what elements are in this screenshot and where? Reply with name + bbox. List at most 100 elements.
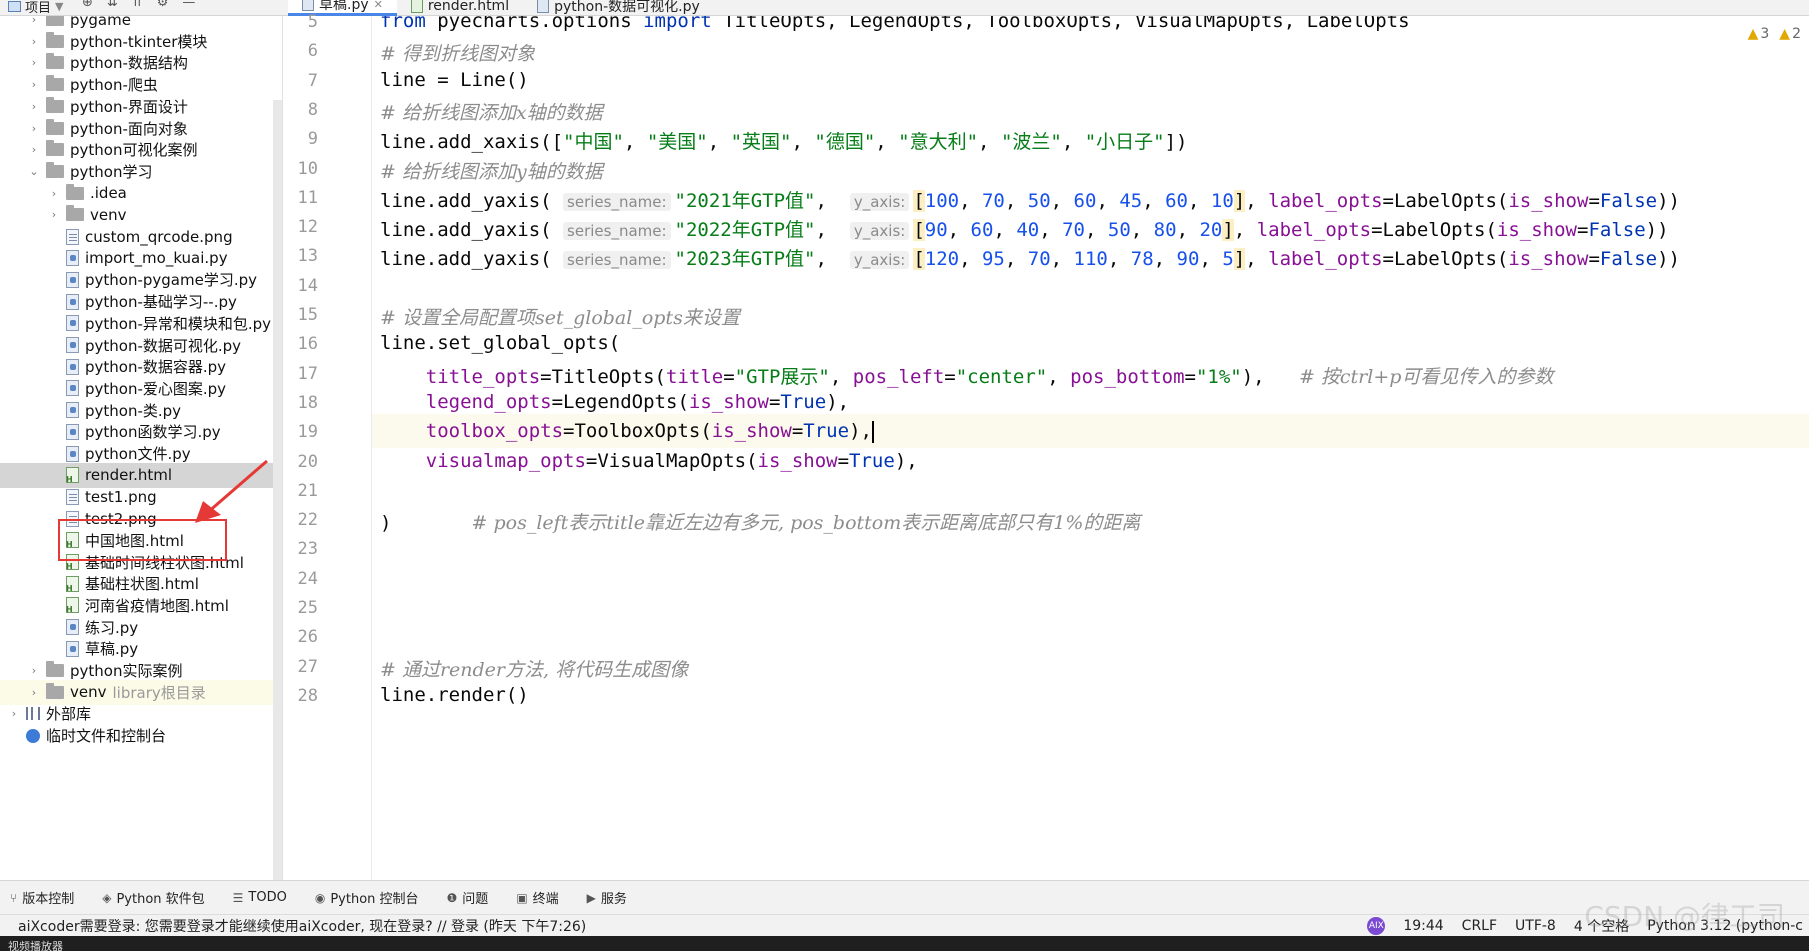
collapse-all-icon[interactable]: ⇈	[132, 0, 143, 10]
code-line[interactable]: line.add_xaxis(["中国", "美国", "英国", "德国", …	[380, 127, 1188, 154]
code-line[interactable]: visualmap_opts=VisualMapOpts(is_show=Tru…	[380, 450, 918, 472]
tree-item-label: python-爱心图案.py	[85, 379, 227, 398]
toolwindow-label: 服务	[600, 892, 627, 907]
tree-item-label: python-异常和模块和包.py	[85, 314, 272, 333]
toolwindow-button[interactable]: ◈ Python 软件包	[102, 888, 204, 908]
html-file-icon	[66, 575, 79, 593]
status-message[interactable]: aiXcoder需要登录: 您需要登录才能继续使用aiXcoder, 现在登录?…	[18, 916, 586, 936]
line-number: 15	[297, 305, 318, 325]
taskbar-item[interactable]: 视频播放器	[8, 938, 63, 951]
locate-icon[interactable]: ⊕	[82, 0, 93, 10]
code-line[interactable]: line.render()	[380, 684, 529, 706]
file-encoding[interactable]: UTF-8	[1515, 918, 1556, 934]
code-line[interactable]: line.add_yaxis( series_name: "2023年GTP值",…	[380, 244, 1680, 271]
code-token: ),	[826, 390, 850, 413]
code-line[interactable]: line.add_yaxis( series_name: "2022年GTP值",…	[380, 215, 1669, 242]
code-line[interactable]: line = Line()	[380, 69, 529, 91]
code-line[interactable]: # 得到折线图对象	[380, 39, 535, 66]
expand-all-icon[interactable]: ⇊	[107, 0, 118, 10]
chevron-right-icon[interactable]: ›	[28, 35, 40, 48]
code-token: 60	[1165, 189, 1188, 212]
code-token: ,	[1039, 219, 1063, 242]
code-token: line.add_yaxis(	[380, 248, 564, 271]
code-token: legend_opts	[425, 390, 552, 413]
aixcoder-icon[interactable]: AIX	[1367, 916, 1386, 935]
tab-2[interactable]: python-数据可视化.py	[523, 0, 714, 16]
line-number: 19	[297, 422, 318, 443]
code-token: is_show	[1496, 219, 1577, 242]
chevron-right-icon[interactable]: ›	[48, 187, 60, 200]
warning-count[interactable]: ▲ 3	[1748, 26, 1770, 42]
code-token: from	[380, 16, 438, 32]
code-line[interactable]: from pyecharts.options import TitleOpts,…	[380, 16, 1410, 32]
line-number: 8	[307, 99, 318, 120]
code-token: 70	[1027, 248, 1051, 271]
code-token: ,	[1153, 248, 1177, 271]
indent-setting[interactable]: 4 个空格	[1574, 916, 1629, 936]
python-interpreter[interactable]: Python 3.12 (python-c	[1647, 918, 1803, 934]
caret-position[interactable]: 19:44	[1403, 918, 1443, 934]
toolwindow-button[interactable]: ◉ Python 控制台	[315, 888, 419, 908]
code-token: ,	[959, 248, 982, 271]
toolwindow-button[interactable]: ▶ 服务	[587, 888, 627, 908]
code-line[interactable]: # 设置全局配置项set_global_opts来设置	[380, 303, 740, 330]
tree-item-label: python-数据容器.py	[85, 358, 227, 377]
code-line[interactable]: # 给折线图添加x轴的数据	[380, 98, 603, 125]
python-file-icon	[66, 423, 79, 440]
python-file-icon	[66, 337, 79, 353]
code-token: 110	[1073, 248, 1108, 271]
chevron-right-icon[interactable]: ›	[28, 686, 40, 699]
chevron-right-icon[interactable]: ›	[28, 100, 40, 113]
chevron-right-icon[interactable]: ›	[28, 664, 40, 677]
code-token: # 设置全局配置项set_global_opts来设置	[380, 307, 740, 329]
close-icon[interactable]: ✕	[374, 0, 383, 11]
code-line[interactable]: # 给折线图添加y轴的数据	[380, 157, 603, 184]
line-number: 27	[297, 656, 318, 677]
tree-item[interactable]: 临时文件和控制台	[0, 723, 273, 748]
code-token: import	[643, 16, 724, 32]
chevron-right-icon[interactable]: ›	[28, 16, 40, 26]
minimize-icon[interactable]: —	[182, 0, 195, 10]
tree-item-note: library根目录	[112, 683, 206, 702]
tree-item-label: python实际案例	[70, 662, 183, 680]
chevron-right-icon[interactable]: ›	[28, 143, 40, 156]
code-line[interactable]: line.set_global_opts(	[380, 332, 620, 354]
code-line[interactable]: ) # pos_left表示title靠近左边有多元, pos_bottom表示…	[380, 508, 1140, 535]
chevron-right-icon[interactable]: ›	[28, 122, 40, 135]
tree-item-label: python-pygame学习.py	[85, 271, 258, 290]
chevron-right-icon[interactable]: ›	[48, 208, 60, 221]
toolwindow-button[interactable]: ⑂ 版本控制	[10, 888, 74, 908]
code-token: title	[666, 365, 724, 388]
tab-1[interactable]: render.html	[397, 0, 523, 16]
chevron-down-icon[interactable]: ▼	[55, 0, 63, 13]
line-separator[interactable]: CRLF	[1462, 918, 1497, 934]
code-line[interactable]: line.add_yaxis( series_name: "2021年GTP值",…	[380, 186, 1680, 213]
project-view-button[interactable]: 项目 ▼	[8, 0, 63, 16]
toolwindow-button[interactable]: ▣ 终端	[516, 888, 558, 908]
warning-count[interactable]: ▲ 2	[1779, 26, 1801, 42]
toolwindow-button[interactable]: ☰ TODO	[233, 890, 287, 905]
inspection-widget[interactable]: ▲ 3 ▲ 2	[1748, 26, 1801, 42]
code-token: ,	[815, 219, 850, 242]
chevron-down-icon[interactable]: ⌄	[28, 165, 40, 178]
line-number: 23	[297, 539, 318, 560]
code-token: ,	[791, 131, 815, 154]
code-editor[interactable]: ▲ 3 ▲ 2 from pyecharts.options import Title…	[372, 16, 1809, 880]
tree-item-label: python文件.py	[85, 445, 191, 463]
chevron-right-icon[interactable]: ›	[28, 78, 40, 91]
code-token: 90	[924, 219, 948, 242]
chevron-right-icon[interactable]: ›	[28, 56, 40, 69]
code-line[interactable]: title_opts=TitleOpts(title="GTP展示", pos_…	[380, 362, 1554, 389]
code-line[interactable]: toolbox_opts=ToolboxOpts(is_show=True),	[380, 420, 874, 443]
tab-label: python-数据可视化.py	[554, 0, 700, 15]
code-token: ),	[1241, 365, 1299, 388]
gear-icon[interactable]: ⚙	[157, 0, 169, 10]
code-token: =	[791, 420, 804, 443]
folder-icon	[66, 205, 84, 222]
code-line[interactable]: legend_opts=LegendOpts(is_show=True),	[380, 391, 849, 413]
toolwindow-button[interactable]: ❶ 问题	[447, 888, 489, 908]
code-line[interactable]: # 通过render方法, 将代码生成图像	[380, 655, 688, 682]
chevron-right-icon[interactable]: ›	[8, 707, 20, 720]
code-token: ,	[707, 131, 731, 154]
